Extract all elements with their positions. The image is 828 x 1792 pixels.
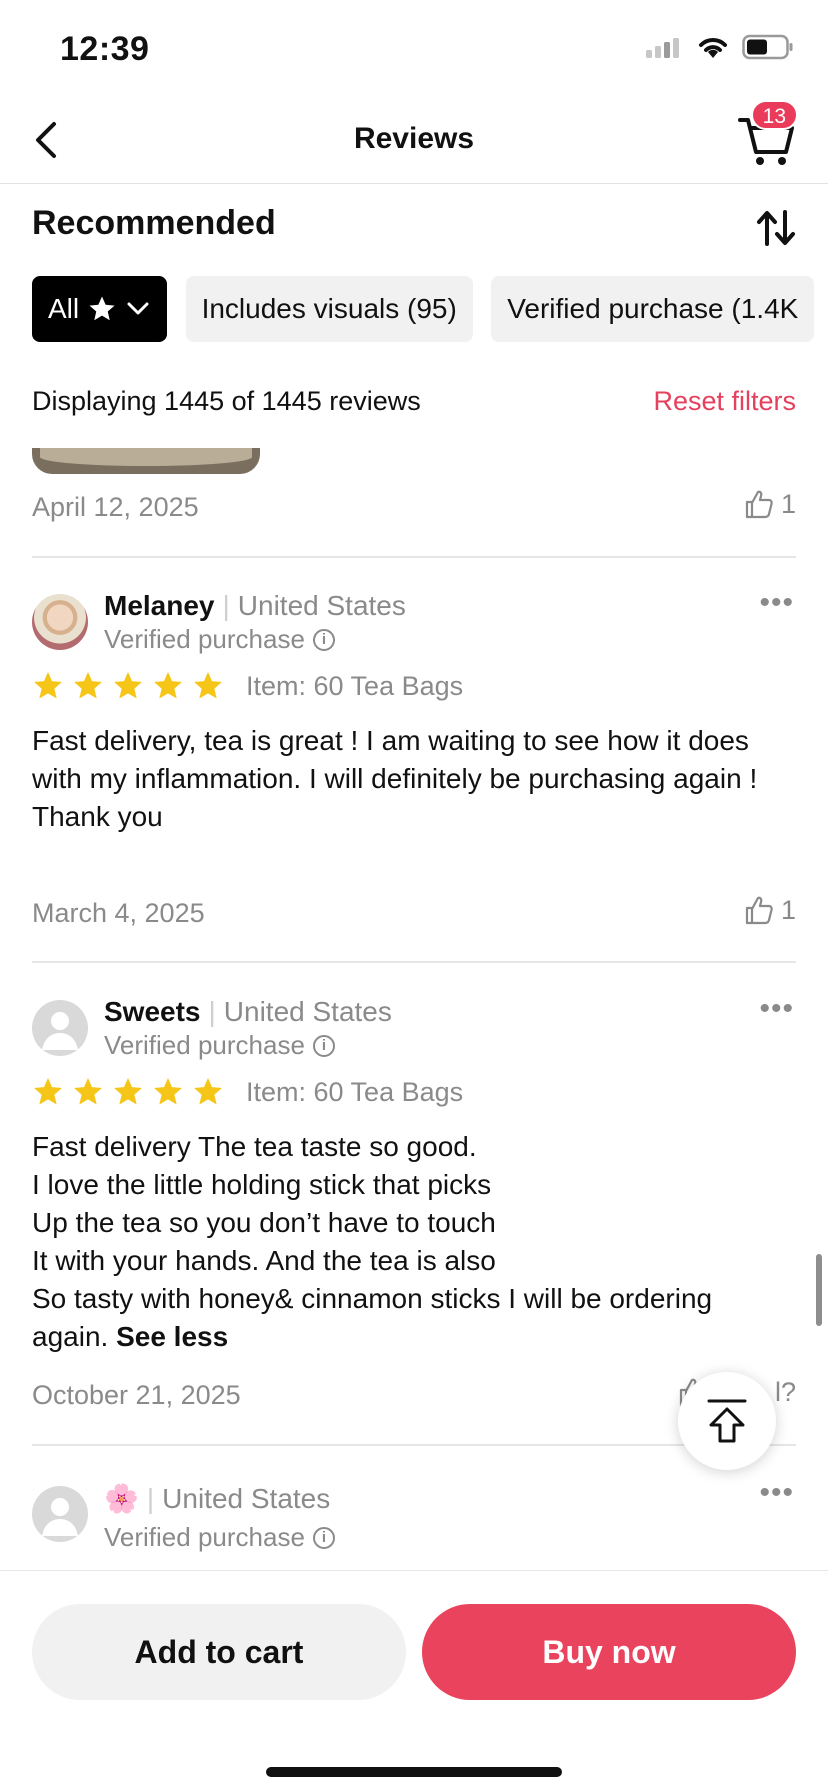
- reviewer-line: Sweets | United States: [104, 996, 392, 1028]
- reviewer-country: United States: [162, 1483, 331, 1514]
- reviewer-line: 🌸 | United States: [104, 1482, 330, 1515]
- status-time: 12:39: [60, 30, 150, 68]
- chevron-down-icon: [127, 302, 149, 315]
- battery-icon: [742, 34, 793, 60]
- reviewer-country: United States: [223, 996, 392, 1027]
- reset-filters-link[interactable]: Reset filters: [653, 386, 796, 417]
- add-to-cart-button[interactable]: Add to cart: [32, 1604, 406, 1700]
- signal-icon: [646, 38, 679, 58]
- rating-row: Item: 60 Tea Bags: [32, 1076, 463, 1108]
- review-text: Fast delivery The tea taste so good. I l…: [32, 1128, 796, 1356]
- sort-row: Recommended: [32, 204, 796, 254]
- like-count: 1: [780, 488, 796, 519]
- star-icon: [114, 672, 142, 699]
- buy-now-button[interactable]: Buy now: [422, 1604, 796, 1700]
- default-avatar-icon: [42, 1498, 78, 1536]
- verified-label: Verified purchase: [104, 624, 305, 654]
- divider: [32, 556, 796, 558]
- like-button[interactable]: 1: [743, 488, 796, 520]
- verified-label: Verified purchase: [104, 1522, 305, 1552]
- filter-visuals-chip[interactable]: Includes visuals (95): [185, 276, 473, 342]
- verified-label: Verified purchase: [104, 1030, 305, 1060]
- divider: [32, 961, 796, 963]
- star-icon: [194, 1078, 222, 1105]
- arrow-up-to-top-icon: [707, 1399, 747, 1443]
- review-text: Fast delivery, tea is great ! I am waiti…: [32, 725, 758, 832]
- avatar[interactable]: [32, 1486, 88, 1542]
- nav-bar: Reviews 13: [0, 100, 828, 184]
- more-options-icon[interactable]: •••: [759, 586, 794, 620]
- reviewer-name[interactable]: Sweets: [104, 996, 201, 1027]
- rating-row: Item: 60 Tea Bags: [32, 670, 463, 702]
- verified-purchase: Verified purchase i: [104, 624, 335, 655]
- review-date: October 21, 2025: [32, 1380, 241, 1410]
- info-icon[interactable]: i: [312, 1526, 335, 1549]
- separator: |: [146, 1483, 155, 1514]
- default-avatar-icon: [42, 1012, 78, 1050]
- status-bar: 12:39: [0, 0, 828, 100]
- reviewer-name[interactable]: Melaney: [104, 590, 215, 621]
- avatar[interactable]: [32, 594, 88, 650]
- verified-purchase: Verified purchase i: [104, 1522, 335, 1553]
- item-variant: Item: 60 Tea Bags: [246, 670, 464, 701]
- divider: [32, 1444, 796, 1446]
- reviewer-line: Melaney | United States: [104, 590, 406, 622]
- star-icon: [34, 1078, 62, 1105]
- thumbs-up-icon: [745, 896, 773, 925]
- avatar[interactable]: [32, 1000, 88, 1056]
- cart-count-badge: 13: [750, 100, 798, 130]
- star-icon: [154, 1078, 182, 1105]
- star-icon: [74, 672, 102, 699]
- like-button[interactable]: 1: [743, 894, 796, 926]
- displaying-count: Displaying 1445 of 1445 reviews: [32, 386, 421, 416]
- wifi-icon: [699, 38, 727, 58]
- status-icons: [644, 34, 794, 60]
- bottom-action-bar: Add to cart Buy now: [0, 1570, 828, 1792]
- more-options-icon[interactable]: •••: [759, 992, 794, 1026]
- page-title: Reviews: [353, 122, 475, 155]
- star-icon: [114, 1078, 142, 1105]
- more-options-icon[interactable]: •••: [759, 1476, 794, 1510]
- separator: |: [208, 996, 216, 1027]
- filter-all-label: All: [48, 293, 80, 324]
- star-icon: [154, 672, 182, 699]
- verified-purchase: Verified purchase i: [104, 1030, 335, 1061]
- star-rating: [32, 670, 232, 702]
- home-indicator: [266, 1767, 562, 1777]
- scrollbar[interactable]: [816, 1254, 822, 1326]
- thumbs-up-icon: [745, 490, 773, 519]
- info-icon[interactable]: i: [312, 628, 335, 651]
- separator: |: [222, 590, 230, 621]
- star-icon: [34, 672, 62, 699]
- star-icon: [194, 672, 222, 699]
- see-less-link[interactable]: See less: [116, 1321, 228, 1352]
- review-photo[interactable]: [32, 448, 260, 474]
- reviewer-country: United States: [237, 590, 406, 621]
- star-icon: [89, 296, 115, 321]
- filter-verified-chip[interactable]: Verified purchase (1.4K: [491, 276, 815, 342]
- like-count: 1: [780, 894, 796, 925]
- review-date: April 12, 2025: [32, 492, 199, 522]
- info-icon[interactable]: i: [312, 1034, 335, 1057]
- star-rating: [32, 1076, 232, 1108]
- item-variant: Item: 60 Tea Bags: [246, 1076, 464, 1107]
- back-to-top-button[interactable]: [678, 1372, 776, 1470]
- review-date: March 4, 2025: [32, 898, 205, 928]
- reviewer-name[interactable]: 🌸: [104, 1483, 139, 1514]
- filter-chips: All Includes visuals (95) Verified purch…: [32, 276, 828, 342]
- review-text-body: Fast delivery The tea taste so good. I l…: [32, 1131, 713, 1352]
- results-summary: Displaying 1445 of 1445 reviews Reset fi…: [32, 386, 796, 417]
- sort-label[interactable]: Recommended: [32, 204, 796, 243]
- filter-all-chip[interactable]: All: [32, 276, 168, 342]
- helpful-label: l?: [774, 1376, 796, 1407]
- sort-icon[interactable]: [756, 208, 796, 248]
- star-icon: [74, 1078, 102, 1105]
